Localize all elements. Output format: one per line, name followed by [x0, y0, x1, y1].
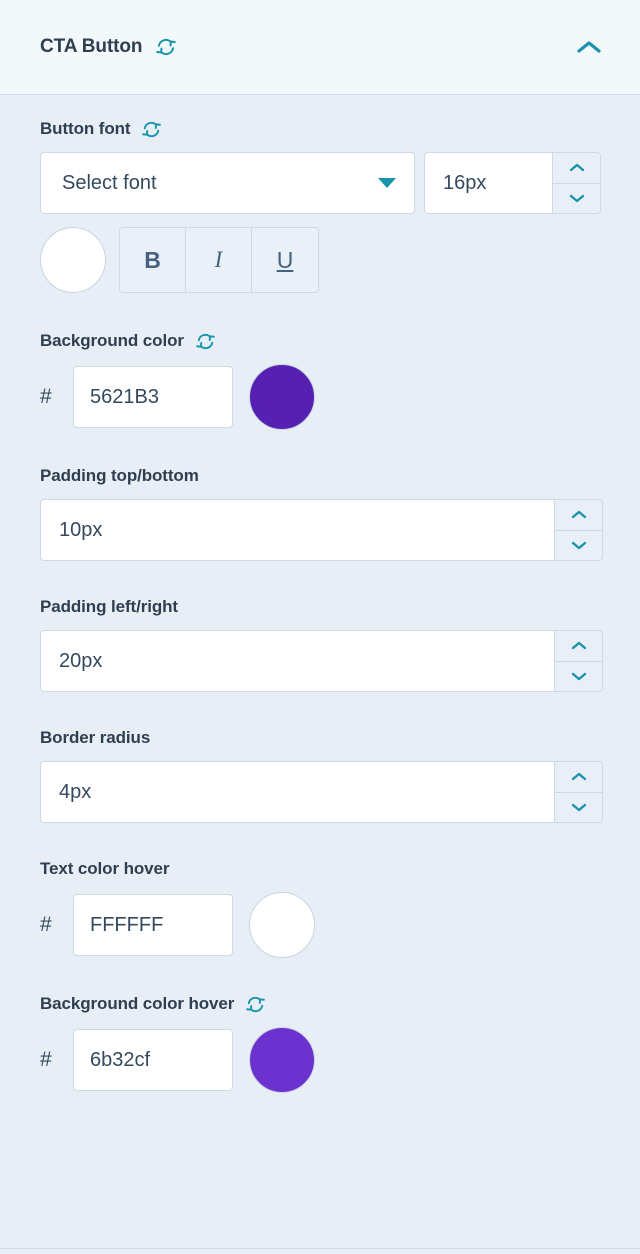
- field-label-padding-top-bottom: Padding top/bottom: [40, 466, 603, 486]
- background-color-row: # 5621B3: [40, 364, 603, 430]
- border-radius-decrement-button[interactable]: [555, 793, 602, 823]
- reset-icon[interactable]: [196, 332, 215, 351]
- label-text: Padding top/bottom: [40, 466, 199, 485]
- chevron-down-icon: [378, 178, 396, 188]
- padding-left-right-stepper-buttons: [554, 630, 603, 692]
- field-border-radius: Border radius 4px: [40, 728, 603, 823]
- font-family-select[interactable]: Select font: [40, 152, 415, 214]
- cta-button-settings-panel: CTA Button Button font Select font 16px …: [0, 0, 640, 1254]
- padding-top-bottom-input[interactable]: 10px: [40, 499, 554, 561]
- background-color-hover-hex-input[interactable]: 6b32cf: [73, 1029, 233, 1091]
- padding-top-bottom-stepper-buttons: [554, 499, 603, 561]
- text-color-hover-hex-input[interactable]: FFFFFF: [73, 894, 233, 956]
- font-size-input[interactable]: 16px: [424, 152, 552, 214]
- field-padding-left-right: Padding left/right 20px: [40, 597, 603, 692]
- field-label-background-color-hover: Background color hover: [40, 994, 603, 1014]
- panel-header[interactable]: CTA Button: [0, 0, 640, 95]
- hash-prefix: #: [40, 913, 52, 936]
- panel-body: Button font Select font 16px B I U Backg…: [0, 95, 640, 1093]
- label-text: Border radius: [40, 728, 151, 747]
- field-label-text-color-hover: Text color hover: [40, 859, 603, 879]
- border-radius-stepper[interactable]: 4px: [40, 761, 603, 823]
- field-text-color-hover: Text color hover # FFFFFF: [40, 859, 603, 958]
- padding-left-right-decrement-button[interactable]: [555, 662, 602, 692]
- chevron-up-icon[interactable]: [575, 38, 603, 56]
- italic-button[interactable]: I: [186, 228, 252, 292]
- field-padding-top-bottom: Padding top/bottom 10px: [40, 466, 603, 561]
- font-size-decrement-button[interactable]: [553, 184, 600, 214]
- padding-top-bottom-decrement-button[interactable]: [555, 531, 602, 561]
- label-text: Button font: [40, 119, 131, 138]
- text-style-button-group: B I U: [119, 227, 319, 293]
- field-button-font: Button font Select font 16px B I U: [40, 119, 603, 293]
- background-color-swatch[interactable]: [249, 364, 315, 430]
- text-color-hover-row: # FFFFFF: [40, 892, 603, 958]
- field-background-color: Background color # 5621B3: [40, 331, 603, 430]
- reset-icon[interactable]: [246, 995, 266, 1014]
- label-text: Background color: [40, 331, 184, 350]
- font-size-increment-button[interactable]: [553, 153, 600, 184]
- font-controls-row: Select font 16px: [40, 152, 603, 214]
- field-label-border-radius: Border radius: [40, 728, 603, 748]
- font-family-value: Select font: [62, 171, 157, 194]
- padding-left-right-increment-button[interactable]: [555, 631, 602, 662]
- label-text: Text color hover: [40, 859, 170, 878]
- padding-left-right-input[interactable]: 20px: [40, 630, 554, 692]
- border-radius-increment-button[interactable]: [555, 762, 602, 793]
- padding-left-right-stepper[interactable]: 20px: [40, 630, 603, 692]
- font-size-stepper-buttons: [552, 152, 601, 214]
- padding-top-bottom-stepper[interactable]: 10px: [40, 499, 603, 561]
- border-radius-stepper-buttons: [554, 761, 603, 823]
- background-color-hex-input[interactable]: 5621B3: [73, 366, 233, 428]
- background-color-hover-swatch[interactable]: [249, 1027, 315, 1093]
- hash-prefix: #: [40, 385, 52, 408]
- padding-top-bottom-increment-button[interactable]: [555, 500, 602, 531]
- field-label-button-font: Button font: [40, 119, 603, 139]
- font-color-swatch[interactable]: [40, 227, 106, 293]
- reset-icon[interactable]: [142, 120, 162, 139]
- field-background-color-hover: Background color hover # 6b32cf: [40, 994, 603, 1093]
- panel-bottom-divider: [0, 1248, 640, 1249]
- label-text: Padding left/right: [40, 597, 178, 616]
- underline-button[interactable]: U: [252, 228, 318, 292]
- font-size-stepper[interactable]: 16px: [424, 152, 601, 214]
- background-color-hover-row: # 6b32cf: [40, 1027, 603, 1093]
- field-label-background-color: Background color: [40, 331, 603, 351]
- text-color-hover-swatch[interactable]: [249, 892, 315, 958]
- field-label-padding-left-right: Padding left/right: [40, 597, 603, 617]
- hash-prefix: #: [40, 1048, 52, 1071]
- border-radius-input[interactable]: 4px: [40, 761, 554, 823]
- label-text: Background color hover: [40, 994, 235, 1013]
- page-title: CTA Button: [40, 36, 143, 57]
- bold-button[interactable]: B: [120, 228, 186, 292]
- font-style-row: B I U: [40, 227, 603, 293]
- reset-icon[interactable]: [156, 37, 177, 57]
